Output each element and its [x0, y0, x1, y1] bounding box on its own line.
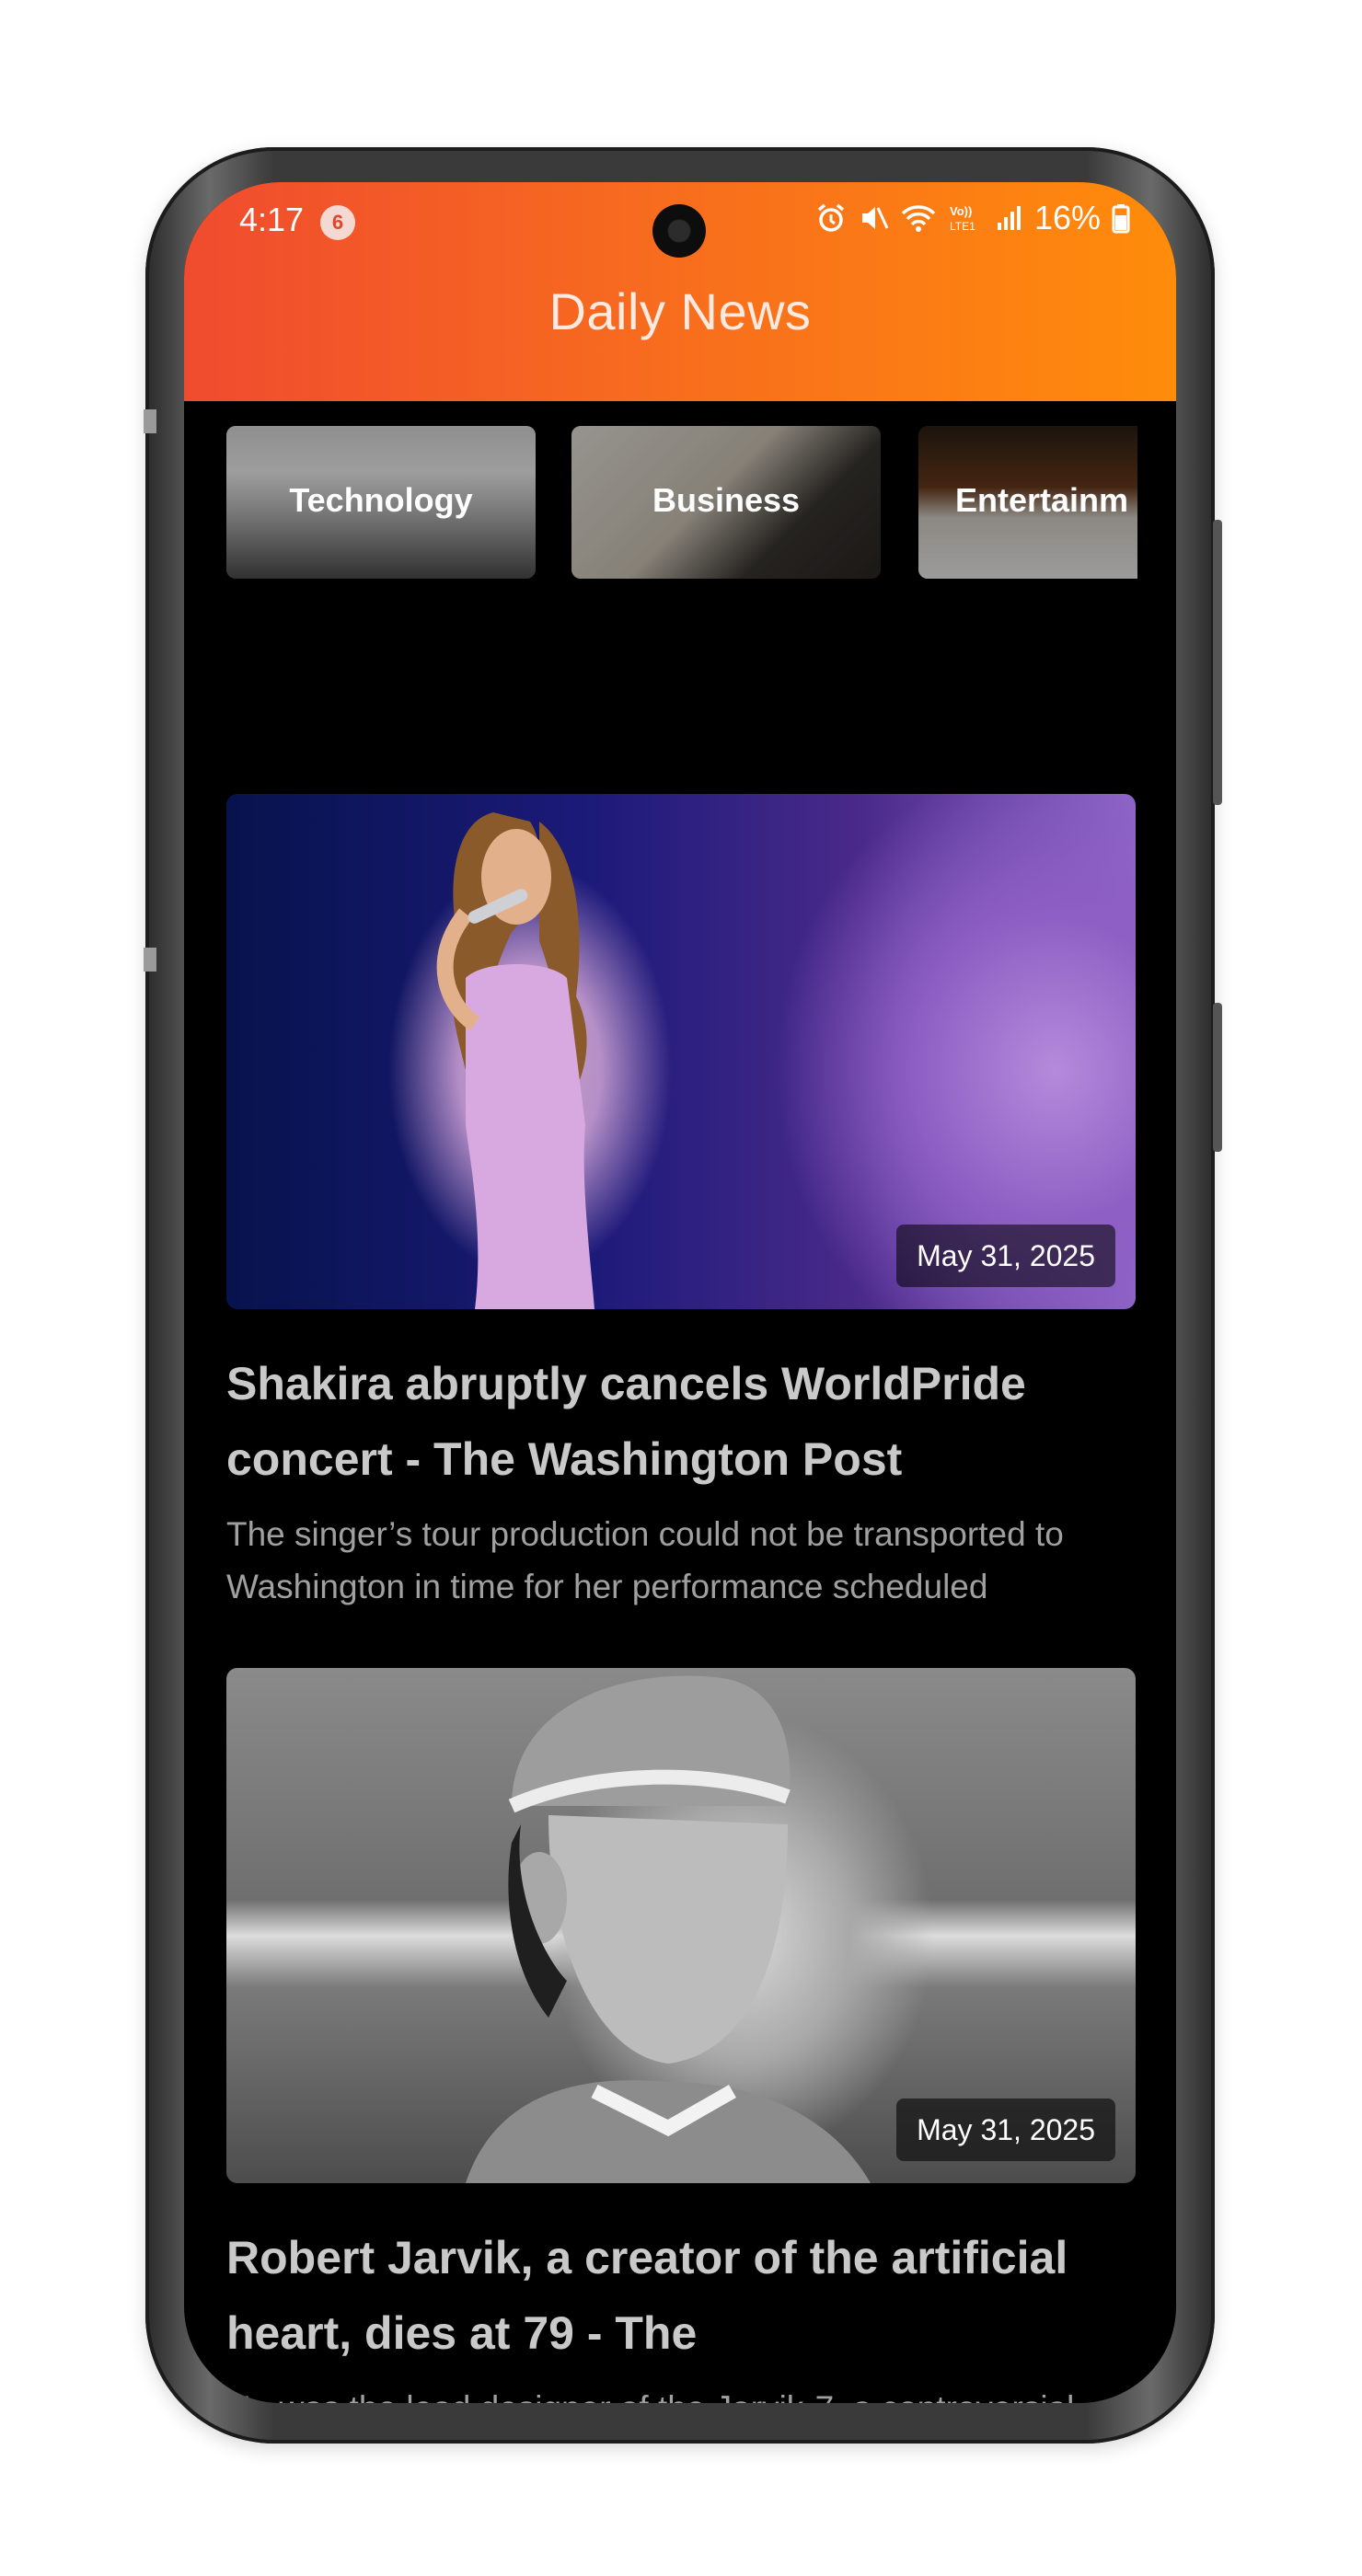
article-card[interactable]: May 31, 2025 Robert Jarvik, a creator of…: [226, 1668, 1136, 2403]
category-label: Technology: [289, 481, 473, 519]
category-label: Entertainm: [955, 481, 1129, 519]
volte-icon: Vo)) LTE1: [948, 202, 985, 234]
article-title[interactable]: Shakira abruptly cancels WorldPride conc…: [226, 1346, 1136, 1497]
notification-badge: 6: [320, 205, 355, 240]
signal-icon: [996, 202, 1023, 234]
article-image[interactable]: May 31, 2025: [226, 1668, 1136, 2183]
antenna-line: [144, 409, 156, 433]
power-button: [1213, 1003, 1222, 1152]
category-list[interactable]: Technology Business Entertainm: [226, 426, 1137, 582]
category-technology[interactable]: Technology: [226, 426, 536, 579]
status-bar: 4:17 6 Vo)) LTE1 16%: [184, 182, 1176, 265]
category-label: Business: [652, 481, 801, 519]
app-bar: 4:17 6 Vo)) LTE1 16% Daily News: [184, 182, 1176, 401]
phone-frame: 4:17 6 Vo)) LTE1 16% Daily News Technolo…: [144, 147, 1222, 2444]
article-description: The singer’s tour production could not b…: [226, 1515, 1064, 1605]
battery-icon: [1112, 202, 1130, 234]
article-image[interactable]: May 31, 2025: [226, 794, 1136, 1309]
volume-button: [1213, 520, 1222, 805]
svg-text:Vo)): Vo)): [950, 204, 972, 218]
app-title: Daily News: [548, 282, 812, 340]
status-icons: Vo)) LTE1 16%: [815, 199, 1130, 237]
svg-text:LTE1: LTE1: [950, 220, 975, 233]
antenna-line: [144, 948, 156, 972]
battery-percentage: 16%: [1033, 199, 1101, 236]
article-title[interactable]: Robert Jarvik, a creator of the artifici…: [226, 2220, 1136, 2371]
category-entertainment[interactable]: Entertainm: [918, 426, 1137, 579]
article-card[interactable]: May 31, 2025 Shakira abruptly cancels Wo…: [226, 794, 1136, 1613]
article-description: He was the lead designer of the Jarvik-7…: [226, 2382, 1136, 2403]
article-photo-subject: [466, 1675, 871, 2183]
article-photo-subject: [436, 812, 594, 1309]
alarm-icon: [815, 202, 847, 234]
front-camera: [652, 204, 706, 258]
status-time: 4:17: [239, 201, 305, 238]
date-badge: May 31, 2025: [896, 2099, 1115, 2161]
mute-icon: [858, 202, 889, 234]
wifi-icon: [900, 202, 937, 234]
screen: 4:17 6 Vo)) LTE1 16% Daily News Technolo…: [184, 182, 1176, 2403]
category-business[interactable]: Business: [571, 426, 881, 579]
date-badge: May 31, 2025: [896, 1225, 1115, 1287]
